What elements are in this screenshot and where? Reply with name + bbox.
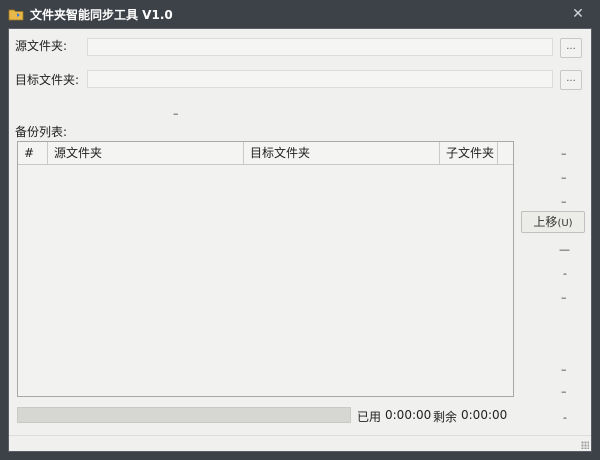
side-dash[interactable]: – [561,364,567,375]
source-folder-label: 源文件夹: [15,39,68,53]
window-title: 文件夹智能同步工具 V1.0 [30,8,173,22]
elapsed-label: 已用 [357,410,382,424]
backup-list-label: 备份列表: [15,125,68,139]
side-dash[interactable]: – [561,292,567,303]
column-header-target[interactable]: 目标文件夹 [244,142,440,164]
source-folder-input[interactable] [87,38,553,56]
backup-list-table[interactable]: # 源文件夹 目标文件夹 子文件夹 [17,141,514,397]
resize-grip-icon[interactable] [581,441,589,449]
move-up-accelerator: (U) [557,218,573,229]
remaining-label: 剩余 [433,410,458,424]
elapsed-time: 0:00:00 [385,408,432,422]
table-header: # 源文件夹 目标文件夹 子文件夹 [18,142,513,165]
close-button[interactable]: ✕ [568,4,588,24]
side-dash[interactable]: - [563,412,567,423]
main-panel: 源文件夹: ... 目标文件夹: ... – 备份列表: # 源文件夹 目标文件… [8,28,592,452]
target-folder-input[interactable] [87,70,553,88]
move-up-label: 上移 [533,215,558,229]
target-folder-label: 目标文件夹: [15,73,80,87]
folder-sync-icon [8,9,24,21]
column-header-index[interactable]: # [18,142,48,164]
source-browse-button[interactable]: ... [560,38,582,58]
move-up-button[interactable]: 上移(U) [521,211,585,233]
sync-progress-bar [17,407,351,423]
status-bar-divider [9,435,591,436]
side-dash[interactable]: — [559,244,570,255]
remaining-time: 0:00:00 [461,408,508,422]
title-bar: 文件夹智能同步工具 V1.0 ✕ [0,0,600,28]
column-header-source[interactable]: 源文件夹 [48,142,244,164]
column-header-subfolder[interactable]: 子文件夹 [440,142,498,164]
target-browse-button[interactable]: ... [560,70,582,90]
side-dash[interactable]: – [561,148,567,159]
side-dash[interactable]: – [561,196,567,207]
status-dash: – [173,107,179,120]
side-dash[interactable]: - [563,268,567,279]
side-dash[interactable]: – [561,386,567,397]
side-dash[interactable]: – [561,172,567,183]
